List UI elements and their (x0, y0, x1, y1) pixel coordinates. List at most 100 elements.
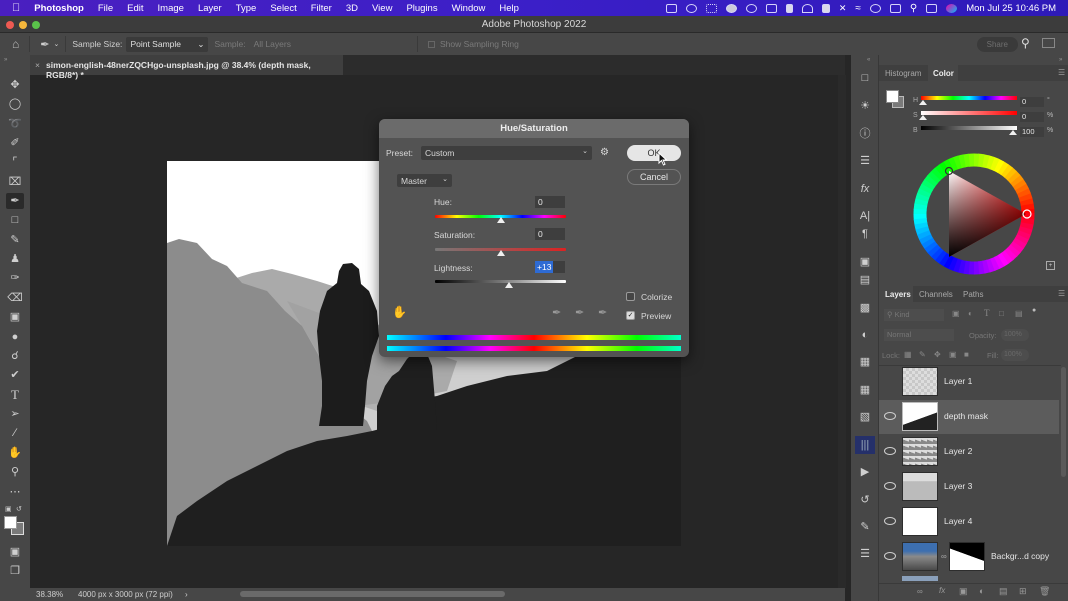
bookmark-icon[interactable] (785, 3, 793, 13)
share-button[interactable]: Share (976, 37, 1018, 52)
panel-menu-icon[interactable]: ☰ (1058, 68, 1065, 77)
horizontal-scrollbar[interactable] (240, 591, 505, 597)
glyphs-icon[interactable]: ▩ (855, 299, 875, 317)
dropbox-icon[interactable] (705, 3, 717, 13)
apple-menu-icon[interactable]:  (12, 2, 20, 14)
visibility-eye-icon[interactable] (884, 482, 896, 490)
home-icon[interactable]: ⌂ (12, 37, 19, 51)
zoom-tool-icon[interactable]: ⚲ (6, 464, 24, 480)
properties-icon[interactable]: ☰ (855, 152, 875, 170)
menu-file[interactable]: File (98, 3, 113, 14)
user-icon[interactable] (869, 3, 881, 13)
lock-artboard-icon[interactable]: ▣ (949, 350, 957, 359)
targeted-adjustment-hand-icon[interactable]: ✋ (392, 305, 407, 319)
screen-record-icon[interactable] (665, 3, 677, 13)
info-icon[interactable]: ⓘ (855, 125, 875, 143)
saturation-slider-thumb[interactable] (496, 250, 505, 256)
blend-mode-select[interactable]: Normal (884, 329, 954, 341)
color-wheel[interactable] (911, 151, 1037, 277)
siri-icon[interactable] (946, 3, 958, 13)
menu-plugins[interactable]: Plugins (406, 3, 437, 14)
filter-type-icon[interactable]: T (984, 308, 990, 318)
bluetooth-icon[interactable]: ✕ (839, 3, 847, 14)
history-brush-tool-icon[interactable]: ✑ (6, 270, 24, 286)
show-sampling-ring-checkbox[interactable] (427, 40, 435, 48)
channels-panel-icon[interactable]: ||| (855, 436, 875, 454)
eyedropper-tool-icon[interactable]: ✒ (6, 193, 24, 209)
gradient-tool-icon[interactable]: ▣ (6, 309, 24, 325)
tab-channels[interactable]: Channels (919, 290, 953, 299)
opacity-input[interactable]: 100% (1001, 329, 1029, 341)
workspace-icon[interactable] (1042, 38, 1055, 48)
lock-all-icon[interactable]: ■ (964, 350, 969, 359)
menu-help[interactable]: Help (499, 3, 519, 14)
h-input[interactable]: 0 (1020, 97, 1044, 107)
layer-row[interactable]: ∞ Backgr...d copy (879, 540, 1059, 574)
clock[interactable]: Mon Jul 25 10:46 PM (966, 3, 1056, 14)
menu-type[interactable]: Type (236, 3, 257, 14)
b-slider-thumb[interactable] (1009, 130, 1017, 135)
collapse-icon[interactable]: « (867, 57, 870, 63)
path-selection-tool-icon[interactable]: ➢ (6, 406, 24, 422)
lock-image-icon[interactable]: ✎ (919, 350, 926, 359)
b-slider[interactable] (921, 126, 1017, 130)
layer-name[interactable]: Layer 4 (944, 516, 972, 526)
cancel-button[interactable]: Cancel (627, 169, 681, 185)
filter-adjustment-icon[interactable]: ◐ (968, 309, 973, 318)
creative-cloud-icon[interactable] (685, 3, 697, 13)
fill-input[interactable]: 100% (1001, 349, 1029, 361)
airplay-icon[interactable] (765, 3, 777, 13)
lightness-slider-track[interactable] (435, 280, 566, 283)
healing-brush-tool-icon[interactable]: □ (6, 212, 24, 228)
menu-window[interactable]: Window (452, 3, 486, 14)
menu-select[interactable]: Select (270, 3, 296, 14)
eyedropper-preset-icon[interactable]: ✒ (40, 38, 49, 51)
default-colors-icon[interactable]: ▣ (5, 505, 12, 513)
tab-paths[interactable]: Paths (963, 290, 983, 299)
colorize-checkbox[interactable] (626, 292, 635, 301)
close-tab-icon[interactable]: × (35, 60, 40, 70)
fx-styles-icon[interactable]: fx (855, 180, 875, 198)
more-tools-icon[interactable]: ⋯ (6, 484, 24, 500)
link-layers-icon[interactable]: ∞ (917, 587, 923, 596)
s-slider-thumb[interactable] (919, 115, 927, 120)
move-tool-icon[interactable]: ✥ (6, 77, 24, 93)
preset-options-gear-icon[interactable]: ⚙ (600, 147, 609, 158)
channel-select[interactable]: Master ⌄ (397, 174, 452, 187)
quick-mask-icon[interactable]: ▣ (6, 544, 24, 560)
layer-row[interactable]: Layer 4 (879, 505, 1059, 539)
layer-mask-thumbnail[interactable] (949, 542, 985, 571)
layer-name[interactable]: depth mask (944, 411, 988, 421)
foreground-color-chip[interactable] (886, 90, 899, 103)
visibility-eye-icon[interactable] (884, 552, 896, 560)
sample-select[interactable]: All Layers (254, 39, 291, 49)
lightness-slider-thumb[interactable] (505, 282, 513, 288)
filter-shape-icon[interactable]: □ (999, 309, 1004, 318)
lasso-tool-icon[interactable]: ➰ (6, 116, 24, 132)
add-swatch-icon[interactable]: + (1046, 261, 1055, 270)
add-mask-icon[interactable]: ▣ (959, 586, 968, 597)
eyedropper-plus-icon[interactable]: ✒ (575, 306, 584, 319)
mask-link-icon[interactable]: ∞ (941, 552, 947, 561)
menu-view[interactable]: View (372, 3, 392, 14)
new-group-icon[interactable]: ▤ (999, 586, 1008, 597)
b-input[interactable]: 100 (1020, 127, 1044, 137)
sliders-icon[interactable]: ☰ (855, 545, 875, 563)
preset-chevron-icon[interactable]: ⌄ (53, 40, 59, 48)
vertical-scrollbar[interactable] (838, 75, 846, 588)
visibility-eye-icon[interactable] (884, 447, 896, 455)
notes-icon[interactable]: ▤ (855, 271, 875, 289)
s-input[interactable]: 0 (1020, 112, 1044, 122)
layer-name[interactable]: Layer 2 (944, 446, 972, 456)
lock-transparent-icon[interactable]: ▦ (904, 350, 912, 359)
delete-layer-icon[interactable]: 🗑 (1039, 586, 1050, 597)
brush-settings-icon[interactable]: ✎ (855, 518, 875, 536)
swap-colors-icon[interactable]: ↺ (16, 505, 22, 513)
patterns-icon[interactable]: ▦ (855, 381, 875, 399)
saturation-input[interactable]: 0 (535, 228, 565, 240)
filter-smart-object-icon[interactable]: ▤ (1015, 309, 1023, 318)
clone-stamp-tool-icon[interactable]: ♟ (6, 251, 24, 267)
search-icon[interactable]: ⚲ (910, 3, 917, 14)
layer-row-selected[interactable]: depth mask (879, 400, 1059, 434)
preset-select[interactable]: Custom ⌄ (421, 146, 592, 160)
